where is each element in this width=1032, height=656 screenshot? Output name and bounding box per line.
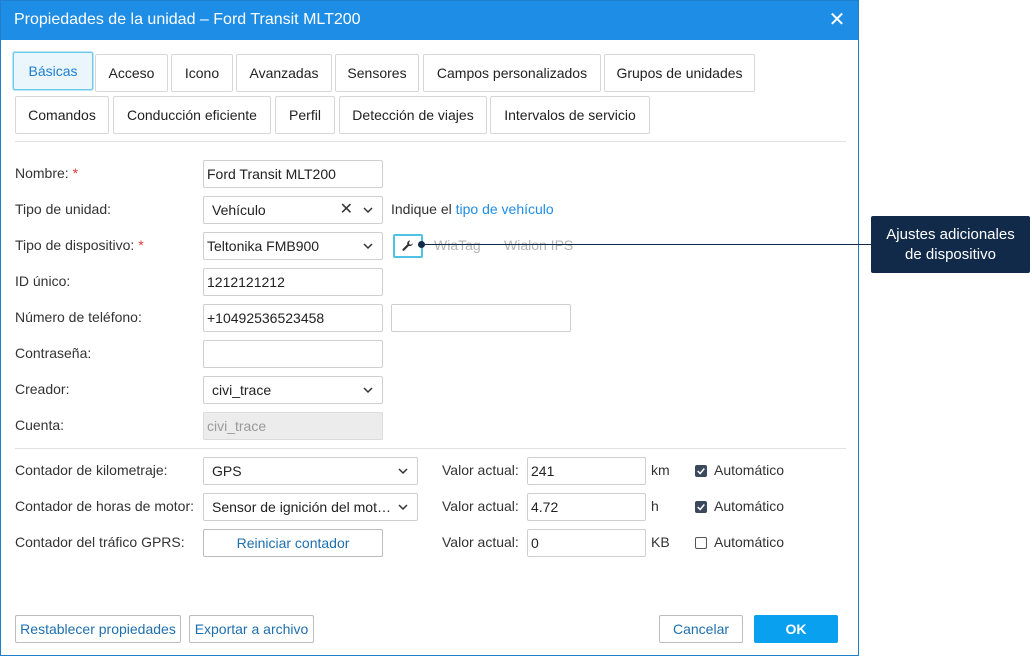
- chevron-down-icon: [398, 504, 408, 511]
- dialog-titlebar: Propiedades de la unidad – Ford Transit …: [1, 1, 858, 40]
- gprs-current-input[interactable]: 0: [527, 529, 646, 557]
- mileage-counter-label: Contador de kilometraje:: [15, 462, 168, 478]
- account-label: Cuenta:: [15, 417, 65, 433]
- gprs-unit: KB: [651, 534, 670, 550]
- tab-avanzadas[interactable]: Avanzadas: [236, 54, 332, 92]
- ok-button[interactable]: OK: [754, 615, 838, 643]
- mileage-unit: km: [651, 462, 670, 478]
- tab-acceso[interactable]: Acceso: [95, 54, 168, 92]
- mileage-auto-checkbox[interactable]: [695, 465, 707, 477]
- reset-counter-button[interactable]: Reiniciar contador: [203, 529, 383, 557]
- unique-id-label: ID único:: [15, 273, 71, 289]
- callout-annotation: Ajustes adicionales de dispositivo: [871, 216, 1030, 273]
- gprs-auto-checkbox[interactable]: [695, 537, 707, 549]
- mileage-current-label: Valor actual:: [442, 462, 519, 478]
- mileage-current-input[interactable]: 241: [527, 457, 646, 485]
- chevron-down-icon: [363, 243, 373, 250]
- creator-select[interactable]: civi_trace: [203, 376, 383, 404]
- cancel-button[interactable]: Cancelar: [659, 615, 743, 643]
- password-input[interactable]: [203, 340, 383, 368]
- tab-basicas[interactable]: Básicas: [13, 52, 93, 90]
- engine-hours-select[interactable]: Sensor de ignición del mot…: [203, 493, 418, 521]
- name-input[interactable]: Ford Transit MLT200: [203, 160, 383, 188]
- callout-line-1: Ajustes adicionales: [886, 226, 1015, 243]
- unit-type-hint: Indique el tipo de vehículo: [391, 201, 554, 217]
- phone-input-2[interactable]: [391, 304, 571, 332]
- engine-hours-current-input[interactable]: 4.72: [527, 493, 646, 521]
- callout-dot: [418, 241, 425, 248]
- unit-type-select[interactable]: Vehículo ✕: [203, 196, 383, 224]
- wiatag-link[interactable]: WiaTag: [434, 237, 481, 253]
- creator-label: Creador:: [15, 381, 70, 397]
- engine-hours-auto-checkbox[interactable]: [695, 501, 707, 513]
- check-icon: [697, 504, 705, 511]
- engine-hours-value: Sensor de ignición del mot…: [212, 499, 391, 515]
- mileage-auto-label: Automático: [714, 462, 785, 478]
- creator-value: civi_trace: [212, 382, 272, 398]
- account-input: civi_trace: [203, 412, 383, 440]
- gprs-auto-label: Automático: [714, 534, 785, 550]
- wrench-icon: [402, 240, 413, 251]
- clear-icon[interactable]: ✕: [340, 197, 353, 223]
- phone-label: Número de teléfono:: [15, 309, 142, 325]
- tab-sensores[interactable]: Sensores: [335, 54, 419, 92]
- tab-intervalos-de-servicio[interactable]: Intervalos de servicio: [490, 96, 650, 134]
- tab-conduccion-eficiente[interactable]: Conducción eficiente: [113, 96, 271, 134]
- wialon-ips-link[interactable]: Wialon IPS: [504, 237, 573, 253]
- password-label: Contraseña:: [15, 345, 92, 361]
- tab-perfil[interactable]: Perfil: [275, 96, 335, 134]
- chevron-down-icon: [398, 468, 408, 475]
- mileage-counter-value: GPS: [212, 463, 242, 479]
- engine-hours-unit: h: [651, 498, 659, 514]
- divider: [15, 141, 846, 142]
- chevron-down-icon: [363, 387, 373, 394]
- close-icon[interactable]: ✕: [826, 9, 848, 31]
- tab-grupos-de-unidades[interactable]: Grupos de unidades: [604, 54, 755, 92]
- unit-type-value: Vehículo: [212, 202, 266, 218]
- callout-line-2: de dispositivo: [905, 246, 996, 263]
- dialog-title: Propiedades de la unidad – Ford Transit …: [14, 11, 361, 28]
- mileage-counter-select[interactable]: GPS: [203, 457, 418, 485]
- tab-deteccion-de-viajes[interactable]: Detección de viajes: [339, 96, 487, 134]
- tab-campos-personalizados[interactable]: Campos personalizados: [423, 54, 601, 92]
- device-type-value: Teltonika FMB900: [207, 238, 320, 254]
- gprs-counter-label: Contador del tráfico GPRS:: [15, 534, 185, 550]
- divider: [15, 448, 846, 449]
- device-type-select[interactable]: Teltonika FMB900: [203, 232, 383, 260]
- gprs-current-label: Valor actual:: [442, 534, 519, 550]
- callout-line: [422, 244, 871, 245]
- engine-hours-label: Contador de horas de motor:: [15, 498, 194, 514]
- export-to-file-button[interactable]: Exportar a archivo: [189, 615, 314, 643]
- restore-properties-button[interactable]: Restablecer propiedades: [15, 615, 181, 643]
- device-type-label: Tipo de dispositivo: *: [15, 237, 144, 253]
- engine-hours-current-label: Valor actual:: [442, 498, 519, 514]
- tab-comandos[interactable]: Comandos: [15, 96, 109, 134]
- vehicle-type-link[interactable]: tipo de vehículo: [456, 201, 554, 217]
- unit-type-label: Tipo de unidad:: [15, 201, 111, 217]
- check-icon: [697, 468, 705, 475]
- tab-icono[interactable]: Icono: [171, 54, 233, 92]
- unique-id-input[interactable]: 1212121212: [203, 268, 383, 296]
- unit-properties-dialog: Propiedades de la unidad – Ford Transit …: [0, 0, 859, 656]
- engine-hours-auto-label: Automático: [714, 498, 785, 514]
- name-label: Nombre: *: [15, 165, 79, 181]
- chevron-down-icon: [363, 207, 373, 214]
- phone-input[interactable]: +10492536523458: [203, 304, 383, 332]
